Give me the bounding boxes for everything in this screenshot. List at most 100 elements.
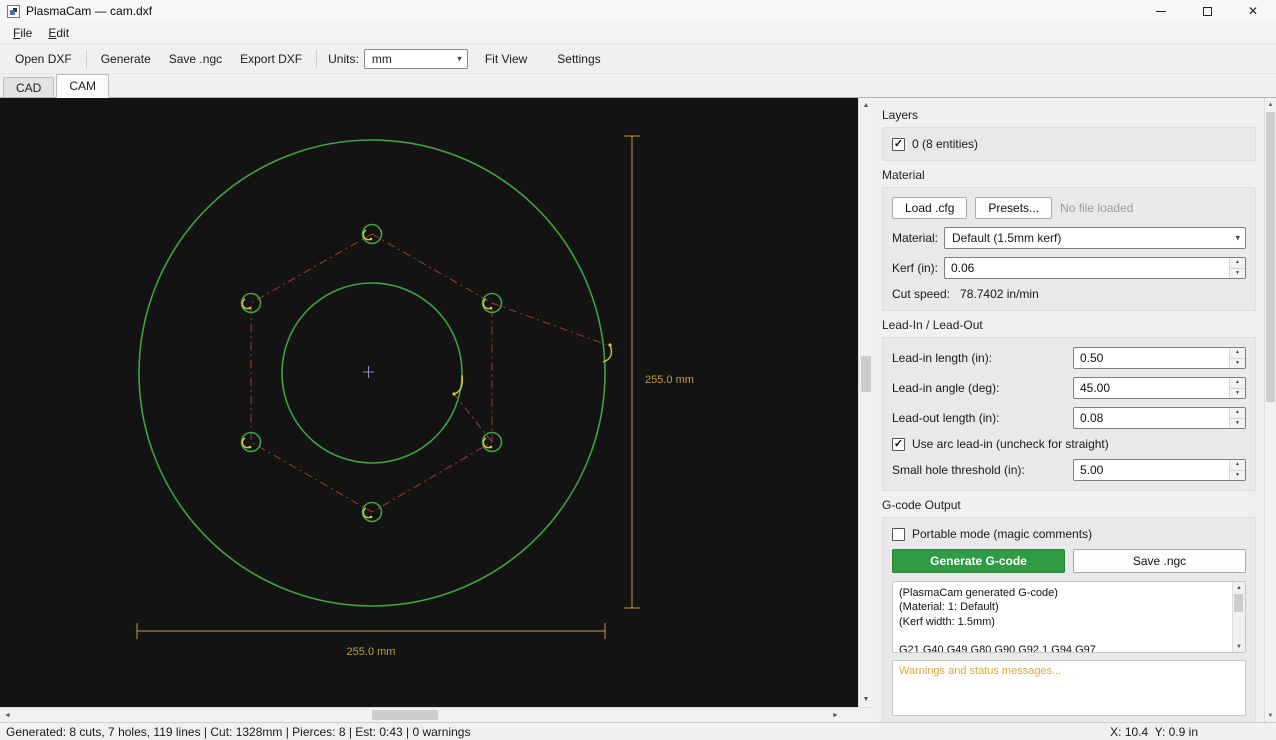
material-value: Default (1.5mm kerf)	[952, 231, 1061, 245]
cam-settings-panel: Layers ✓ 0 (8 entities) Material Load .c…	[873, 98, 1264, 722]
leadin-length-spinner[interactable]	[1073, 347, 1246, 369]
scroll-down-icon[interactable]	[1265, 709, 1276, 722]
tab-cam[interactable]: CAM	[56, 74, 109, 98]
small-hole-spinner[interactable]	[1073, 459, 1246, 481]
tab-cad[interactable]: CAD	[3, 77, 54, 97]
canvas-column: 255.0 mm 255.0 mm	[0, 98, 873, 722]
export-dxf-button[interactable]: Export DXF	[231, 48, 311, 70]
material-combobox[interactable]: Default (1.5mm kerf)	[944, 227, 1246, 249]
maximize-button[interactable]	[1184, 0, 1230, 22]
inner-cut-circle	[282, 283, 462, 463]
spin-down-icon[interactable]	[1230, 269, 1245, 279]
origin-marker	[363, 366, 374, 378]
app-window: PlasmaCam — cam.dxf File Edit Open DXF G…	[0, 0, 1276, 740]
menu-edit[interactable]: Edit	[40, 23, 77, 43]
leadin-angle-label: Lead-in angle (deg):	[892, 381, 1073, 395]
chevron-down-icon	[1235, 234, 1240, 243]
menu-file[interactable]: File	[5, 23, 40, 43]
cursor-position: X: 10.4 Y: 0.9 in	[1110, 725, 1198, 739]
scroll-up-icon[interactable]	[1233, 582, 1245, 593]
lead-group: Lead-in length (in): Lead-in angle (deg)…	[882, 337, 1256, 491]
gcode-preview[interactable]: (PlasmaCam generated G-code) (Material: …	[892, 581, 1246, 653]
spin-down-icon[interactable]	[1230, 359, 1245, 369]
layers-group: ✓ 0 (8 entities)	[882, 127, 1256, 161]
leadout-length-input[interactable]	[1074, 408, 1229, 428]
save-ngc-button[interactable]: Save .ngc	[160, 48, 231, 70]
material-label: Material:	[892, 231, 944, 245]
main-area: 255.0 mm 255.0 mm	[0, 98, 1276, 722]
gcode-group: Portable mode (magic comments) Generate …	[882, 517, 1256, 722]
window-controls	[1138, 0, 1276, 22]
panel-scroll-thumb[interactable]	[1266, 112, 1275, 402]
portable-mode-checkbox[interactable]	[892, 528, 905, 541]
spin-down-icon[interactable]	[1230, 471, 1245, 481]
layer-0-checkbox[interactable]: ✓	[892, 138, 905, 151]
units-label: Units:	[328, 52, 359, 66]
portable-mode-label: Portable mode (magic comments)	[912, 527, 1092, 541]
spin-down-icon[interactable]	[1230, 389, 1245, 399]
material-section-title: Material	[882, 168, 1256, 182]
gcode-section-title: G-code Output	[882, 498, 1256, 512]
kerf-spinner[interactable]	[944, 257, 1246, 279]
kerf-label: Kerf (in):	[892, 261, 944, 275]
horizontal-dimension: 255.0 mm	[137, 623, 605, 658]
arc-leadin-checkbox[interactable]: ✓	[892, 438, 905, 451]
units-combobox[interactable]: mm	[364, 49, 468, 69]
gcode-preview-text: (PlasmaCam generated G-code) (Material: …	[899, 586, 1227, 653]
leadout-length-spinner[interactable]	[1073, 407, 1246, 429]
rapid-travel-path	[251, 234, 610, 512]
fit-view-button[interactable]: Fit View	[476, 48, 536, 70]
scroll-left-icon[interactable]	[0, 708, 15, 722]
arc-leadin-label: Use arc lead-in (uncheck for straight)	[912, 437, 1109, 451]
lead-section-title: Lead-In / Lead-Out	[882, 318, 1256, 332]
spin-up-icon[interactable]	[1230, 408, 1245, 419]
maximize-icon	[1203, 7, 1212, 16]
settings-button[interactable]: Settings	[548, 48, 609, 70]
cam-drawing: 255.0 mm 255.0 mm	[0, 98, 858, 707]
leadout-length-label: Lead-out length (in):	[892, 411, 1073, 425]
spin-up-icon[interactable]	[1230, 378, 1245, 389]
vertical-dimension-label: 255.0 mm	[645, 374, 694, 386]
panel-scrollbar[interactable]	[1264, 98, 1276, 722]
canvas-horizontal-scrollbar[interactable]	[0, 708, 843, 722]
small-hole-label: Small hole threshold (in):	[892, 463, 1073, 477]
vertical-scroll-thumb[interactable]	[861, 356, 871, 392]
scroll-up-icon[interactable]	[859, 98, 873, 113]
leadin-length-label: Lead-in length (in):	[892, 351, 1073, 365]
cam-canvas[interactable]: 255.0 mm 255.0 mm	[0, 98, 858, 707]
gcode-scroll-thumb[interactable]	[1234, 594, 1243, 612]
spin-up-icon[interactable]	[1230, 460, 1245, 471]
leadin-angle-spinner[interactable]	[1073, 377, 1246, 399]
spin-up-icon[interactable]	[1230, 348, 1245, 359]
units-value: mm	[372, 52, 392, 66]
title-bar: PlasmaCam — cam.dxf	[0, 0, 1276, 22]
horizontal-scroll-thumb[interactable]	[372, 710, 438, 720]
leadin-angle-input[interactable]	[1074, 378, 1229, 398]
load-cfg-button[interactable]: Load .cfg	[892, 197, 967, 219]
kerf-input[interactable]	[945, 258, 1229, 278]
close-icon	[1248, 4, 1258, 18]
small-hole-input[interactable]	[1074, 460, 1229, 480]
canvas-vertical-scrollbar[interactable]	[858, 98, 873, 707]
generate-gcode-button[interactable]: Generate G-code	[892, 549, 1065, 573]
layer-row: ✓ 0 (8 entities)	[892, 137, 1246, 151]
spin-down-icon[interactable]	[1230, 419, 1245, 429]
generate-button[interactable]: Generate	[92, 48, 160, 70]
cut-speed-label: Cut speed:	[892, 287, 950, 301]
close-button[interactable]	[1230, 0, 1276, 22]
scroll-down-icon[interactable]	[1233, 641, 1245, 652]
toolbar: Open DXF Generate Save .ngc Export DXF U…	[0, 44, 1276, 74]
spin-up-icon[interactable]	[1230, 258, 1245, 269]
minimize-button[interactable]	[1138, 0, 1184, 22]
gcode-preview-scrollbar[interactable]	[1232, 582, 1245, 652]
scroll-down-icon[interactable]	[859, 692, 873, 707]
presets-button[interactable]: Presets...	[975, 197, 1052, 219]
scroll-up-icon[interactable]	[1265, 98, 1276, 111]
leadin-length-input[interactable]	[1074, 348, 1229, 368]
scroll-right-icon[interactable]	[828, 708, 843, 722]
save-ngc-panel-button[interactable]: Save .ngc	[1073, 549, 1246, 573]
toolbar-separator	[86, 50, 87, 68]
open-dxf-button[interactable]: Open DXF	[6, 48, 81, 70]
cut-speed-value: 78.7402 in/min	[960, 287, 1039, 301]
status-summary: Generated: 8 cuts, 7 holes, 119 lines | …	[6, 725, 470, 739]
